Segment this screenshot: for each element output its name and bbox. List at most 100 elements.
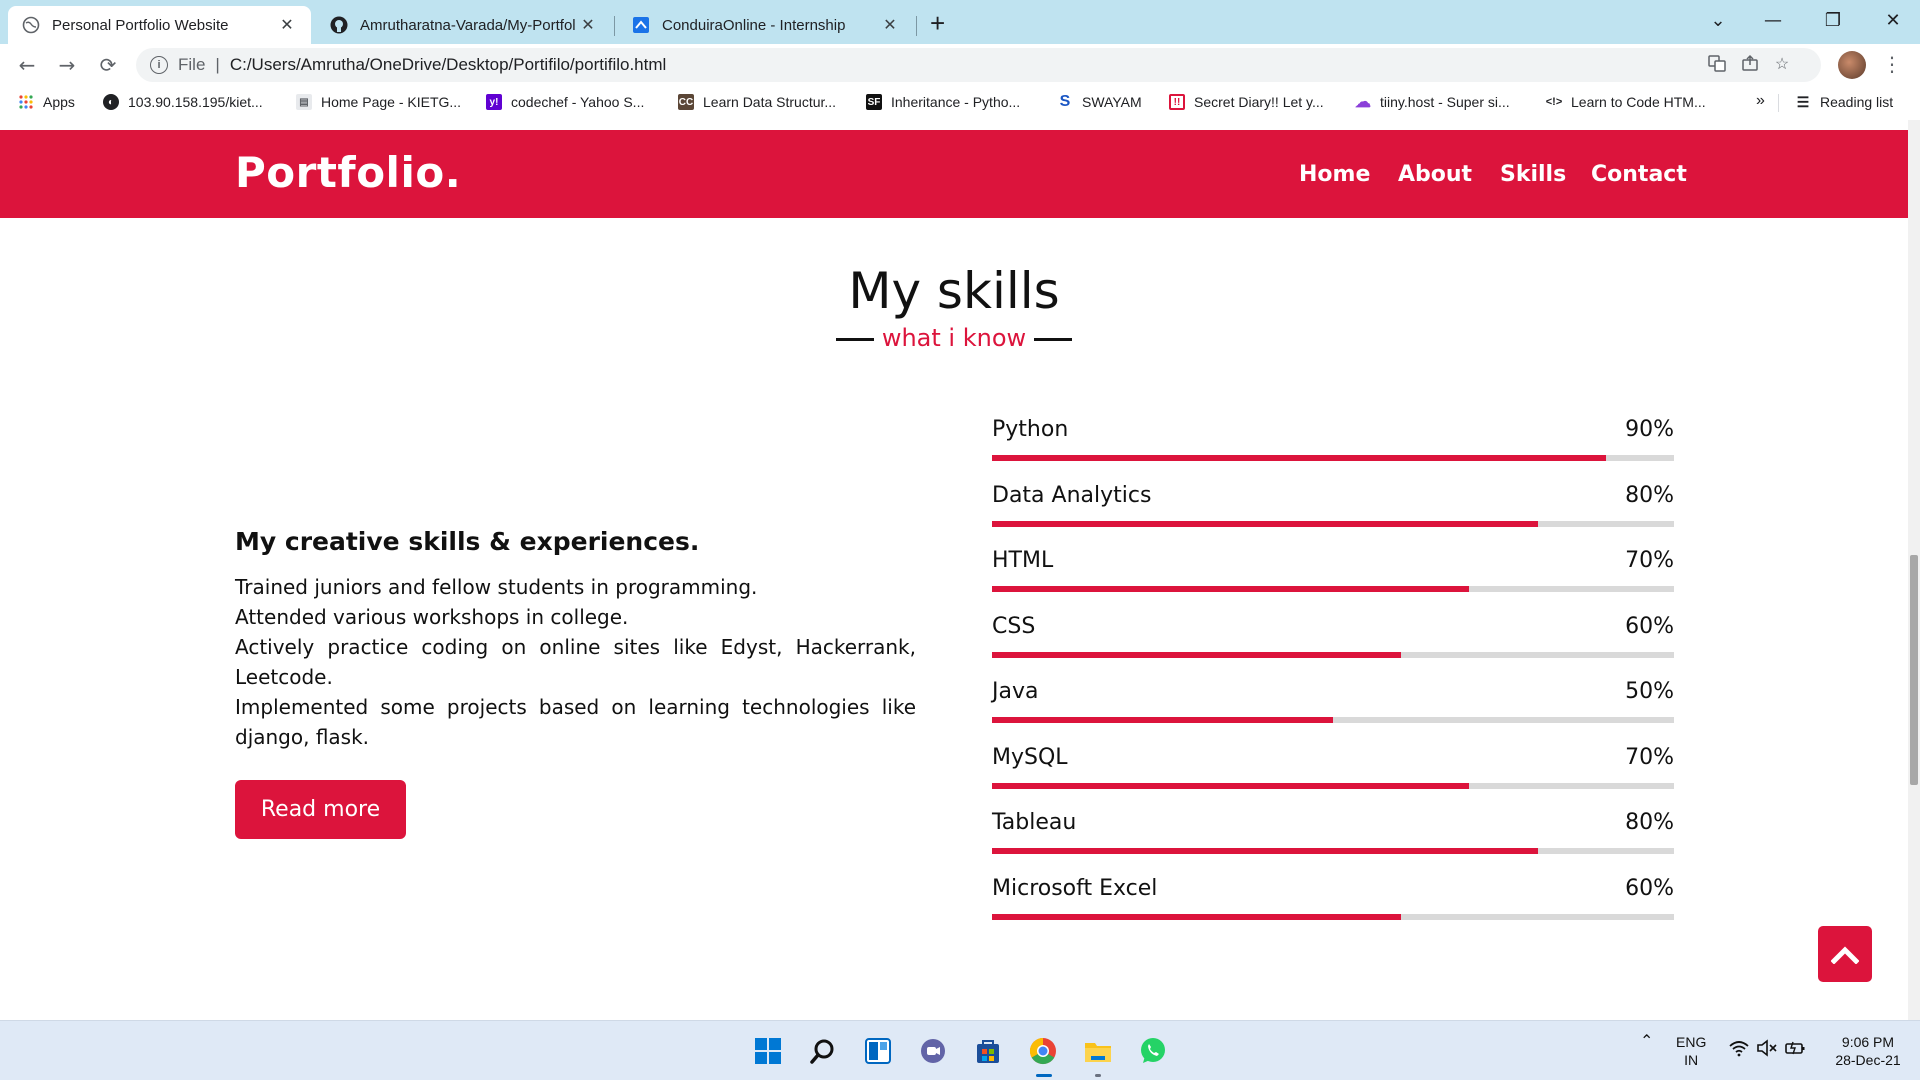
bookmark-tiiny-host[interactable]: ☁ tiiny.host - Super si... [1355, 94, 1510, 111]
skill-progress-track [992, 913, 1674, 920]
clock[interactable]: 9:06 PM 28-Dec-21 [1830, 1033, 1906, 1069]
subtitle-rule-right [1034, 337, 1073, 341]
bookmark-star-icon[interactable]: ☆ [1771, 54, 1793, 76]
skill-bars: Python 90% Data Analytics 80% HTML 70% CSS 60% J… [992, 417, 1674, 941]
info-icon[interactable]: i [150, 56, 168, 74]
tab-title: Amrutharatna-Varada/My-Portfol [360, 16, 576, 34]
bookmark-secret-diary[interactable]: !! Secret Diary!! Let y... [1169, 94, 1324, 110]
share-icon[interactable] [1739, 54, 1761, 76]
tab-search-icon[interactable]: ⌄ [1690, 6, 1746, 36]
bookmarks-divider [1778, 94, 1779, 112]
store-icon[interactable] [971, 1034, 1005, 1068]
file-explorer-icon[interactable] [1081, 1034, 1115, 1068]
bookmark-label: SWAYAM [1082, 94, 1142, 110]
globe-icon [22, 16, 40, 34]
running-app-indicator [1095, 1074, 1101, 1077]
nav-about[interactable]: About [1398, 162, 1472, 187]
creative-line: Attended various workshops in college. [235, 605, 629, 629]
bookmark-apps[interactable]: Apps [18, 94, 75, 110]
globe-icon: ◐ [103, 94, 119, 110]
skill-row: CSS 60% [992, 614, 1674, 680]
tab-conduira[interactable]: ConduiraOnline - Internship ✕ [618, 6, 914, 44]
scrollbar-thumb[interactable] [1910, 555, 1918, 785]
close-window-button[interactable]: ✕ [1865, 6, 1920, 36]
bookmark-label: tiiny.host - Super si... [1380, 94, 1510, 110]
speaker-muted-icon[interactable] [1756, 1039, 1778, 1061]
skill-row: Tableau 80% [992, 810, 1674, 876]
skill-progress-track [992, 520, 1674, 527]
skill-progress-fill [992, 520, 1538, 527]
github-icon [330, 16, 348, 34]
nav-home[interactable]: Home [1299, 162, 1370, 187]
windows-start-icon[interactable] [751, 1034, 785, 1068]
subtitle-text: what i know [881, 324, 1027, 352]
show-hidden-icons-chevron-icon[interactable]: ⌃ [1640, 1033, 1653, 1051]
creative-line: Trained juniors and fellow students in p… [235, 575, 758, 599]
tab-github[interactable]: Amrutharatna-Varada/My-Portfol ✕ [316, 6, 612, 44]
reading-list-button[interactable]: ☰ Reading list [1795, 94, 1893, 111]
code-icon: <!> [1545, 96, 1563, 108]
skill-row: Java 50% [992, 679, 1674, 745]
chevron-up-icon [1831, 946, 1859, 964]
scroll-to-top-button[interactable] [1818, 926, 1872, 982]
sf-icon: SF [866, 94, 882, 110]
translate-icon[interactable] [1706, 54, 1728, 76]
skill-percent: 70% [1625, 744, 1674, 770]
bookmark-learn-ds[interactable]: CC Learn Data Structur... [678, 94, 836, 110]
bookmark-codechef-yahoo[interactable]: y! codechef - Yahoo S... [486, 94, 644, 110]
profile-avatar[interactable] [1838, 51, 1866, 79]
bookmark-kietg-home[interactable]: ▤ Home Page - KIETG... [296, 94, 461, 110]
bookmark-label: codechef - Yahoo S... [511, 94, 645, 110]
teams-chat-icon[interactable] [916, 1034, 950, 1068]
page-scrollbar[interactable] [1908, 120, 1920, 1020]
restore-button[interactable]: ❐ [1805, 6, 1861, 36]
skill-row: MySQL 70% [992, 745, 1674, 811]
site-logo[interactable]: Portfolio. [235, 148, 461, 197]
close-tab-icon[interactable]: ✕ [578, 15, 598, 35]
page-viewport: Portfolio. Home About Skills Contact My … [0, 120, 1908, 1020]
bookmark-kiet-ip[interactable]: ◐ 103.90.158.195/kiet... [103, 94, 263, 110]
new-tab-button[interactable]: + [930, 8, 945, 39]
whatsapp-icon[interactable] [1136, 1034, 1170, 1068]
close-tab-icon[interactable]: ✕ [880, 15, 900, 35]
diary-icon: !! [1169, 94, 1185, 110]
nav-contact[interactable]: Contact [1591, 162, 1687, 187]
read-more-button[interactable]: Read more [235, 780, 406, 839]
nav-skills[interactable]: Skills [1500, 162, 1566, 187]
skill-progress-track [992, 717, 1674, 723]
skill-percent: 90% [1625, 417, 1674, 442]
bookmark-learn-html[interactable]: <!> Learn to Code HTM... [1546, 94, 1706, 110]
bookmark-swayam[interactable]: S SWAYAM [1057, 93, 1142, 110]
close-tab-icon[interactable]: ✕ [277, 15, 297, 35]
windows-taskbar: ⌃ ENG IN 9:06 PM 28-Dec-21 [0, 1020, 1920, 1080]
menu-kebab-icon[interactable]: ⋮ [1882, 52, 1902, 76]
bookmark-label: Inheritance - Pytho... [891, 94, 1021, 110]
battery-charging-icon[interactable] [1784, 1039, 1806, 1061]
back-button[interactable]: ← [14, 52, 40, 78]
reload-button[interactable]: ⟳ [95, 52, 121, 78]
language-indicator[interactable]: ENG IN [1676, 1033, 1706, 1069]
address-divider: | [215, 55, 220, 74]
yahoo-icon: y! [486, 94, 502, 110]
bookmark-inheritance[interactable]: SF Inheritance - Pytho... [866, 94, 1020, 110]
wifi-icon[interactable] [1728, 1039, 1750, 1061]
address-bar[interactable]: i File | C:/Users/Amrutha/OneDrive/Deskt… [136, 48, 1821, 82]
skill-progress-fill [992, 651, 1401, 658]
browser-window: Personal Portfolio Website ✕ Amrutharatn… [0, 0, 1920, 1080]
tab-personal-portfolio[interactable]: Personal Portfolio Website ✕ [8, 6, 311, 44]
chrome-icon[interactable] [1026, 1034, 1060, 1068]
clock-date: 28-Dec-21 [1835, 1052, 1901, 1068]
widgets-icon[interactable] [861, 1034, 895, 1068]
minimize-button[interactable]: — [1745, 6, 1801, 36]
forward-button[interactable]: → [54, 52, 80, 78]
creative-line: Actively practice coding on online sites… [235, 635, 916, 689]
skill-progress-track [992, 586, 1674, 592]
skill-percent: 50% [1625, 679, 1674, 704]
skill-name: Microsoft Excel [992, 875, 1158, 901]
search-icon[interactable] [806, 1034, 840, 1068]
skill-progress-track [992, 848, 1674, 854]
skill-row: Microsoft Excel 60% [992, 876, 1674, 942]
more-bookmarks-button[interactable]: » [1756, 92, 1765, 110]
skill-name: Python [992, 417, 1069, 442]
skill-progress-fill [992, 782, 1469, 789]
